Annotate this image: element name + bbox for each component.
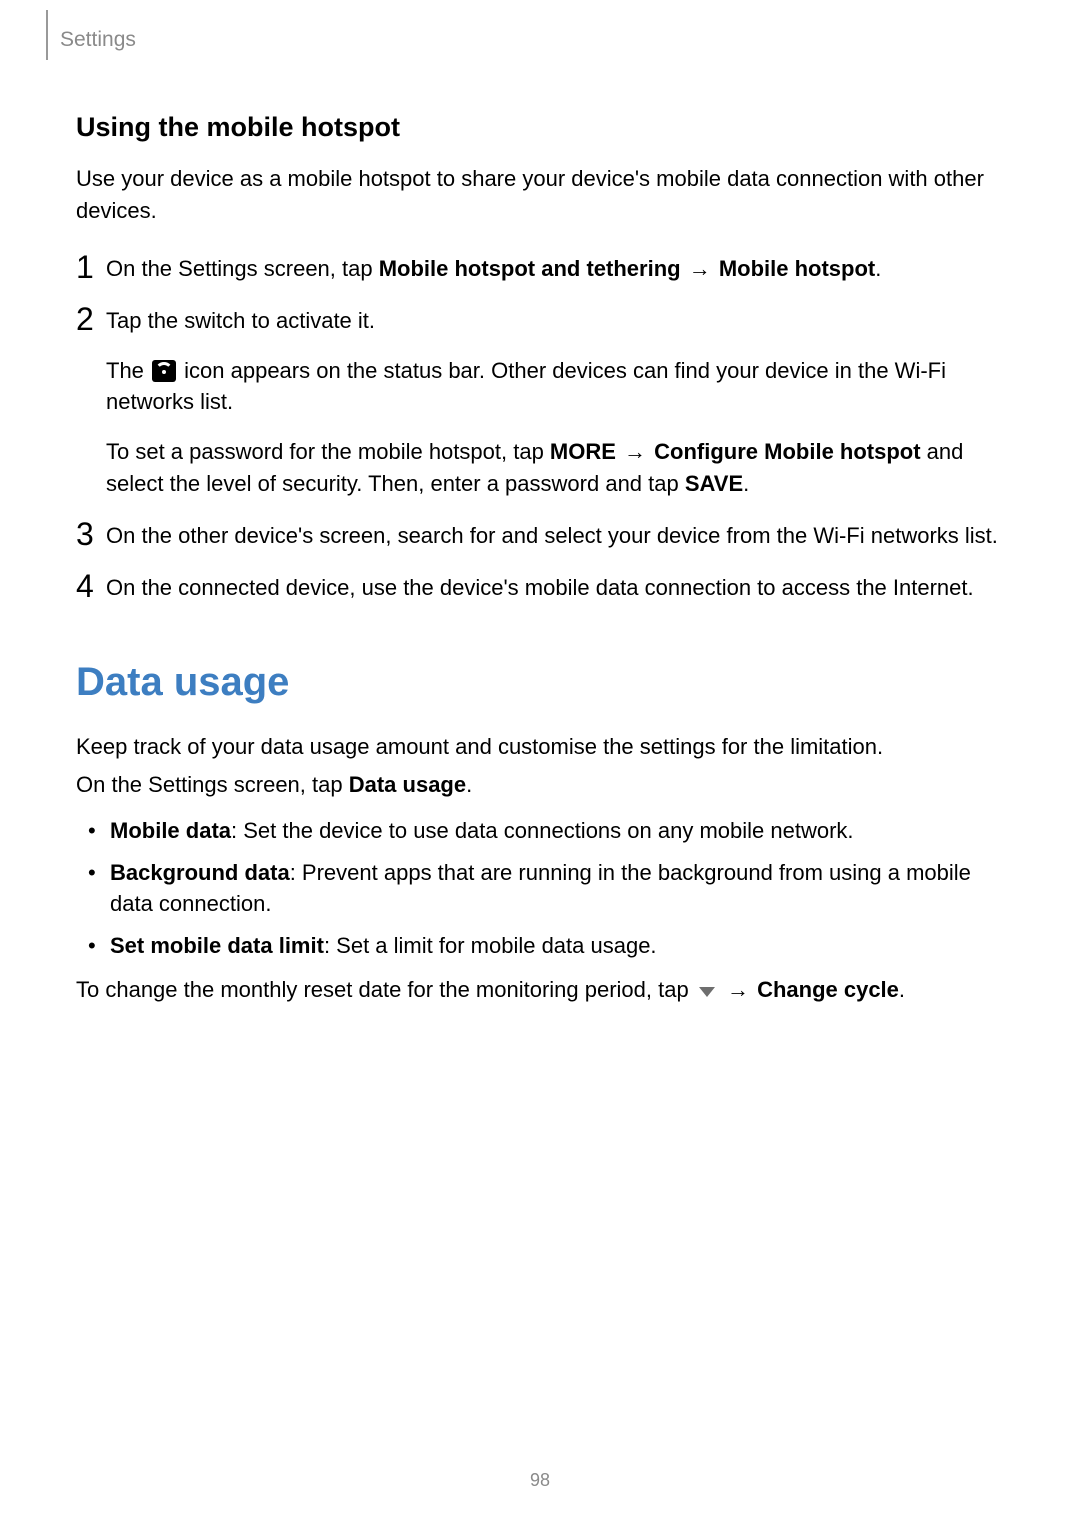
text: .: [899, 977, 905, 1002]
list-item: Set mobile data limit: Set a limit for m…: [106, 930, 1004, 962]
bold-text: Background data: [110, 860, 290, 885]
header-section-label: Settings: [60, 28, 136, 52]
text: : Set a limit for mobile data usage.: [324, 933, 657, 958]
text: .: [466, 772, 472, 797]
text: On the Settings screen, tap: [76, 772, 349, 797]
step-number: 4: [76, 570, 106, 602]
text: On the Settings screen, tap: [106, 256, 379, 281]
text: On the connected device, use the device'…: [106, 572, 1004, 604]
hotspot-intro: Use your device as a mobile hotspot to s…: [76, 163, 1004, 227]
bold-text: Mobile hotspot and tethering: [379, 256, 681, 281]
arrow-icon: →: [681, 256, 719, 281]
bold-text: MORE: [550, 439, 616, 464]
step-body: On the other device's screen, search for…: [106, 518, 1004, 552]
arrow-icon: →: [719, 977, 757, 1002]
list-item: Mobile data: Set the device to use data …: [106, 815, 1004, 847]
step-body: On the connected device, use the device'…: [106, 570, 1004, 604]
text: .: [875, 256, 881, 281]
text: The: [106, 358, 150, 383]
text: To set a password for the mobile hotspot…: [106, 439, 550, 464]
subheading-hotspot: Using the mobile hotspot: [76, 112, 1004, 143]
data-usage-intro: Keep track of your data usage amount and…: [76, 731, 1004, 763]
step-2: 2 Tap the switch to activate it. The ico…: [76, 303, 1004, 500]
bold-text: SAVE: [685, 471, 743, 496]
text: To change the monthly reset date for the…: [76, 977, 695, 1002]
text: On the other device's screen, search for…: [106, 520, 1004, 552]
data-usage-nav: On the Settings screen, tap Data usage.: [76, 769, 1004, 801]
bold-text: Configure Mobile hotspot: [654, 439, 920, 464]
header-divider: [46, 10, 48, 60]
step-body: On the Settings screen, tap Mobile hotsp…: [106, 251, 1004, 285]
bold-text: Mobile data: [110, 818, 231, 843]
bold-text: Change cycle: [757, 977, 899, 1002]
step-number: 2: [76, 303, 106, 335]
step-4: 4 On the connected device, use the devic…: [76, 570, 1004, 604]
hotspot-status-icon: [152, 360, 176, 382]
text: : Set the device to use data connections…: [231, 818, 854, 843]
arrow-icon: →: [616, 439, 654, 464]
text: Tap the switch to activate it.: [106, 305, 1004, 337]
text: .: [743, 471, 749, 496]
heading-data-usage: Data usage: [76, 660, 1004, 705]
text: icon appears on the status bar. Other de…: [106, 358, 946, 415]
step-number: 3: [76, 518, 106, 550]
step-3: 3 On the other device's screen, search f…: [76, 518, 1004, 552]
bold-text: Data usage: [349, 772, 466, 797]
list-item: Background data: Prevent apps that are r…: [106, 857, 1004, 921]
bold-text: Mobile hotspot: [719, 256, 875, 281]
step-1: 1 On the Settings screen, tap Mobile hot…: [76, 251, 1004, 285]
bold-text: Set mobile data limit: [110, 933, 324, 958]
dropdown-triangle-icon: [697, 985, 717, 999]
step-number: 1: [76, 251, 106, 283]
change-cycle-text: To change the monthly reset date for the…: [76, 974, 1004, 1006]
page-number: 98: [0, 1470, 1080, 1491]
page-content: Using the mobile hotspot Use your device…: [76, 32, 1004, 1006]
document-page: Settings Using the mobile hotspot Use yo…: [0, 0, 1080, 1527]
step-body: Tap the switch to activate it. The icon …: [106, 303, 1004, 500]
data-usage-options: Mobile data: Set the device to use data …: [76, 815, 1004, 963]
